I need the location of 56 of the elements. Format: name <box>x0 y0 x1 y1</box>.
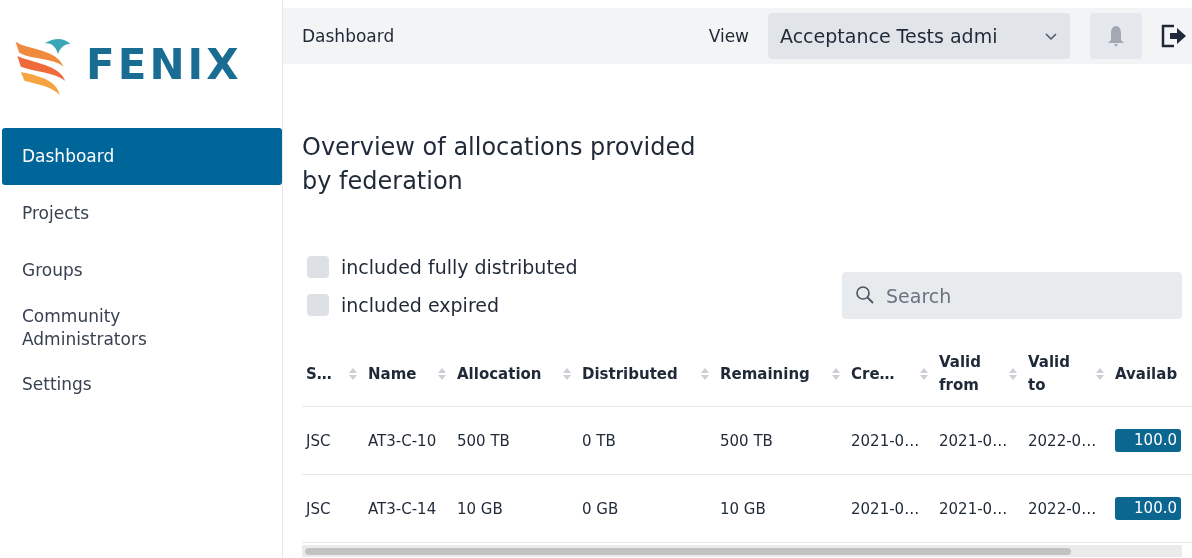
checkbox[interactable] <box>307 256 329 278</box>
chevron-down-icon <box>1044 31 1058 41</box>
bell-icon <box>1106 24 1126 48</box>
column-header[interactable]: Valid to <box>1028 351 1070 397</box>
table-cell-text: 2022-0… <box>1027 431 1098 450</box>
table-cell-text: 500 TB <box>456 431 511 450</box>
table-cell-text: 2021-0… <box>938 431 1009 450</box>
availability-value: 100.0 <box>1133 498 1178 519</box>
table-cell-text: 2021-0… <box>938 499 1009 518</box>
sort-icon[interactable] <box>348 366 358 382</box>
column-header[interactable]: Cre… <box>851 362 895 386</box>
table-cell-text: 10 GB <box>719 499 767 518</box>
column-header[interactable]: Distributed <box>582 362 678 386</box>
column-header[interactable]: Availab <box>1115 362 1178 386</box>
sort-icon[interactable] <box>562 366 572 382</box>
sidebar-item[interactable]: Projects <box>2 185 282 242</box>
table-cell-text: 500 TB <box>719 431 774 450</box>
table-cell-text: JSC <box>304 499 332 518</box>
sidebar-item[interactable]: Community Administrators <box>2 299 282 356</box>
checkbox[interactable] <box>307 294 329 316</box>
table-cell-text: 0 GB <box>581 499 620 518</box>
sort-icon[interactable] <box>1095 366 1105 382</box>
table-cell-text: JSC <box>304 431 332 450</box>
column-header[interactable]: Allocation <box>457 362 542 386</box>
page-title: Overview of allocations provided by federation <box>302 132 697 197</box>
sidebar-item[interactable]: Dashboard <box>2 128 282 185</box>
notification-button[interactable] <box>1090 13 1142 59</box>
table-cell-text: 2021-0… <box>850 499 921 518</box>
horizontal-scrollbar[interactable] <box>302 545 1182 557</box>
checkbox-label: included fully distributed <box>341 256 578 278</box>
table-cell-text: 2021-0… <box>850 431 921 450</box>
sidebar-item[interactable]: Settings <box>2 356 282 413</box>
view-select[interactable]: Acceptance Tests admi <box>768 13 1070 59</box>
logout-icon[interactable] <box>1160 23 1188 49</box>
table-cell-text: AT3-C-14 <box>367 499 438 518</box>
availability-value: 100.0 <box>1133 430 1178 451</box>
table-cell-text: 10 GB <box>456 499 504 518</box>
sort-icon[interactable] <box>437 366 447 382</box>
sort-icon[interactable] <box>831 366 841 382</box>
column-header[interactable]: S… <box>306 362 332 386</box>
search-icon <box>855 285 875 305</box>
column-header[interactable]: Name <box>368 362 417 386</box>
checkbox-label: included expired <box>341 294 500 316</box>
sidebar-item[interactable]: Groups <box>2 242 282 299</box>
view-label: View <box>708 26 749 46</box>
table-cell-text: AT3-C-10 <box>367 431 438 450</box>
column-header[interactable]: Remaining <box>720 362 810 386</box>
column-header[interactable]: Valid from <box>939 351 981 397</box>
sort-icon[interactable] <box>1008 366 1018 382</box>
table-cell-text: 0 TB <box>581 431 617 450</box>
table-cell-text: 2022-0… <box>1027 499 1098 518</box>
sort-icon[interactable] <box>700 366 710 382</box>
logo-text: FENIX <box>86 39 242 89</box>
search-field[interactable]: Search <box>842 272 1182 319</box>
sort-icon[interactable] <box>919 366 929 382</box>
page-heading: Dashboard <box>302 26 396 46</box>
